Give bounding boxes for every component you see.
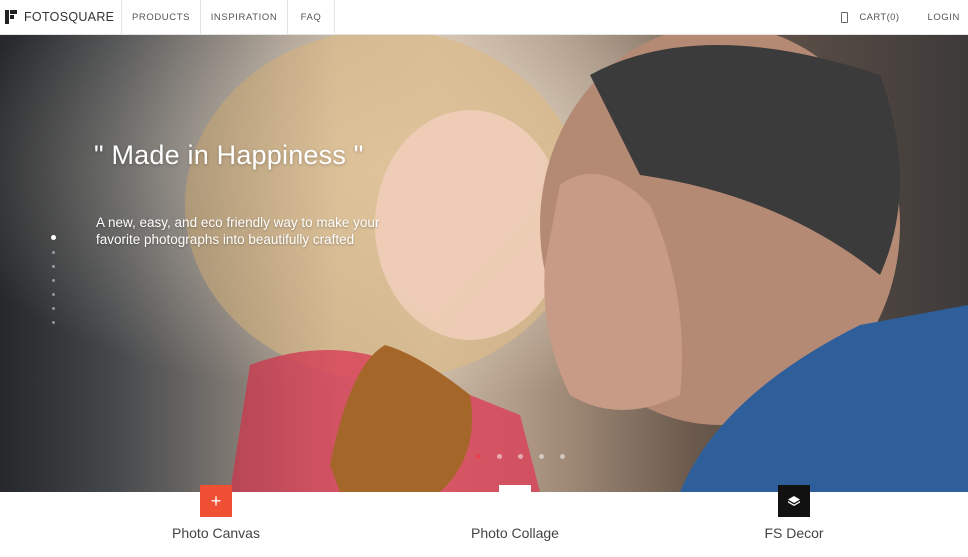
carousel-dot[interactable]: [560, 454, 565, 459]
nav-faq[interactable]: FAQ: [288, 0, 335, 34]
slide-dot[interactable]: [52, 279, 55, 282]
carousel-dot[interactable]: [476, 454, 481, 459]
fotosquare-logo-icon: [5, 10, 17, 24]
slide-dot[interactable]: [52, 293, 55, 296]
brand-logo-link[interactable]: FOTOSQUARE: [0, 0, 122, 34]
plus-icon: +: [200, 485, 232, 517]
slide-dot[interactable]: [52, 321, 55, 324]
nav-inspiration[interactable]: INSPIRATION: [201, 0, 288, 34]
product-fs-decor[interactable]: FS Decor: [694, 485, 894, 541]
hero-slider: " Made in Happiness " A new, easy, and e…: [0, 35, 968, 492]
hero-photo: [0, 35, 968, 492]
carousel-dot[interactable]: [497, 454, 502, 459]
product-strip: + Photo Canvas Photo Collage FS Decor: [0, 485, 968, 557]
cart-label: CART(0): [859, 11, 900, 23]
vertical-slide-indicator: [51, 235, 57, 335]
cube-icon: [778, 485, 810, 517]
cart-link[interactable]: CART(0): [841, 0, 899, 34]
slide-dot[interactable]: [52, 307, 55, 310]
slide-dot[interactable]: [52, 251, 55, 254]
carousel-dot[interactable]: [539, 454, 544, 459]
product-label: Photo Canvas: [172, 525, 260, 541]
carousel-dot[interactable]: [518, 454, 523, 459]
slide-dot[interactable]: [52, 265, 55, 268]
login-link[interactable]: LOGIN: [927, 0, 960, 34]
product-label: Photo Collage: [471, 525, 559, 541]
hero-subtitle: A new, easy, and eco friendly way to mak…: [96, 215, 380, 247]
nav-products[interactable]: PRODUCTS: [122, 0, 201, 34]
product-label: FS Decor: [764, 525, 824, 541]
product-photo-collage[interactable]: Photo Collage: [415, 485, 615, 541]
top-navigation: FOTOSQUARE PRODUCTS INSPIRATION FAQ CART…: [0, 0, 968, 35]
slide-dot[interactable]: [51, 235, 56, 240]
brand-name: FOTOSQUARE: [24, 10, 115, 24]
grid-icon: [499, 485, 531, 517]
horizontal-slide-indicator: [476, 454, 581, 459]
product-photo-canvas[interactable]: + Photo Canvas: [116, 485, 316, 541]
phone-cart-icon: [841, 11, 849, 23]
hero-title: " Made in Happiness ": [94, 140, 364, 170]
